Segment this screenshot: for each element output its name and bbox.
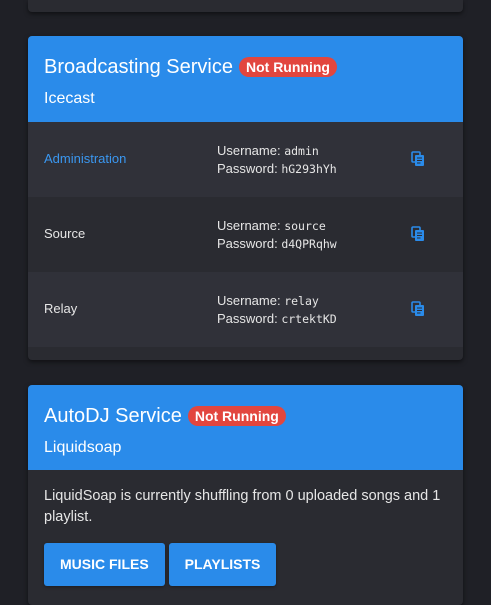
username-label: Username:	[217, 143, 281, 158]
username-value: relay	[284, 294, 319, 308]
broadcasting-service-card: Broadcasting Service Not Running Icecast…	[28, 36, 463, 360]
autodj-status-badge: Not Running	[187, 406, 286, 426]
previous-card	[28, 0, 463, 12]
broadcasting-subtitle: Icecast	[44, 90, 95, 107]
autodj-title-row: AutoDJ Service Not Running	[44, 385, 447, 429]
music-files-button[interactable]: MUSIC FILES	[44, 543, 165, 586]
credential-info: Username: admin Password: hG293hYh	[217, 142, 337, 178]
autodj-description: LiquidSoap is currently shuffling from 0…	[44, 488, 441, 525]
password-value: d4QPRqhw	[281, 237, 337, 251]
autodj-subtitle: Liquidsoap	[44, 439, 122, 456]
relay-label: Relay	[44, 301, 78, 316]
administration-link[interactable]: Administration	[44, 151, 126, 166]
password-label: Password:	[217, 311, 278, 326]
broadcasting-card-header: Broadcasting Service Not Running Icecast	[28, 36, 463, 122]
copy-icon[interactable]	[410, 226, 426, 242]
autodj-card-header: AutoDJ Service Not Running Liquidsoap	[28, 385, 463, 470]
broadcasting-title: Broadcasting Service	[44, 55, 233, 78]
broadcasting-status-badge: Not Running	[238, 57, 337, 77]
credential-row-relay: Relay Username: relay Password: crtektKD	[28, 272, 463, 347]
password-value: hG293hYh	[281, 162, 337, 176]
password-label: Password:	[217, 161, 278, 176]
autodj-service-card: AutoDJ Service Not Running Liquidsoap Li…	[28, 385, 463, 605]
username-value: admin	[284, 144, 319, 158]
copy-icon[interactable]	[410, 301, 426, 317]
broadcasting-title-row: Broadcasting Service Not Running	[44, 36, 447, 80]
playlists-button[interactable]: PLAYLISTS	[168, 543, 277, 586]
credential-row-administration: Administration Username: admin Password:…	[28, 122, 463, 197]
password-label: Password:	[217, 236, 278, 251]
password-value: crtektKD	[281, 312, 337, 326]
credential-info: Username: source Password: d4QPRqhw	[217, 217, 337, 253]
autodj-title: AutoDJ Service	[44, 404, 182, 427]
copy-icon[interactable]	[410, 151, 426, 167]
username-label: Username:	[217, 293, 281, 308]
source-label: Source	[44, 226, 86, 241]
username-value: source	[284, 219, 326, 233]
username-label: Username:	[217, 218, 281, 233]
autodj-button-row: MUSIC FILES PLAYLISTS	[44, 543, 277, 586]
credential-info: Username: relay Password: crtektKD	[217, 292, 337, 328]
credential-row-source: Source Username: source Password: d4QPRq…	[28, 197, 463, 272]
